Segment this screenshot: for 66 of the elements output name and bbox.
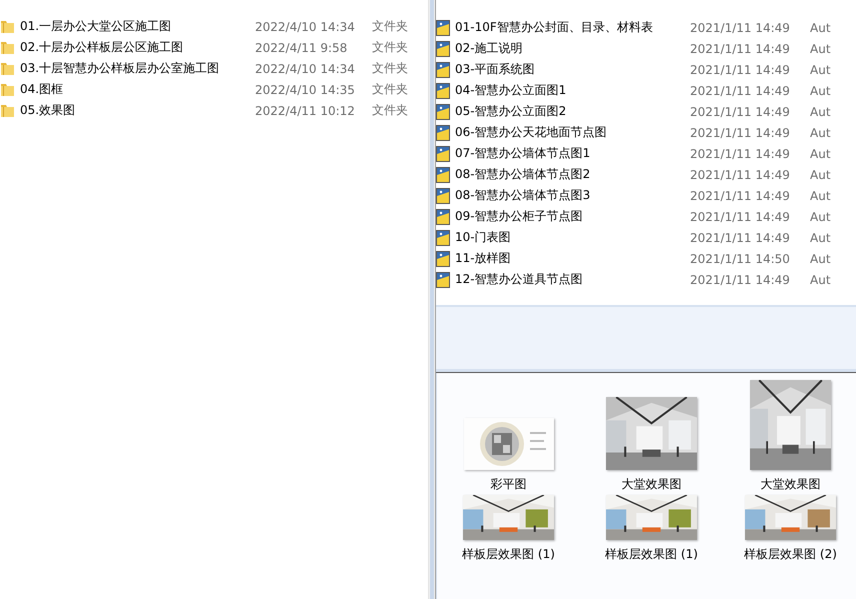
file-type: 文件夹 xyxy=(372,60,408,77)
modified-date: 2022/4/10 14:35 xyxy=(255,82,356,96)
file-name[interactable]: 12-智慧办公道具节点图 xyxy=(455,271,690,288)
modified-date: 2022/4/10 14:34 xyxy=(255,62,356,76)
modified-date: 2021/1/11 14:49 xyxy=(690,84,791,98)
folder-icon xyxy=(0,103,15,118)
file-type: Aut xyxy=(810,210,831,224)
modified-date: 2021/1/11 14:49 xyxy=(690,146,791,160)
file-type: 文件夹 xyxy=(372,18,408,35)
file-name[interactable]: 07-智慧办公墙体节点图1 xyxy=(455,145,690,162)
thumbnail-label[interactable]: 样板层效果图 (1) xyxy=(605,546,698,562)
file-type: Aut xyxy=(810,42,831,56)
file-name[interactable]: 02-施工说明 xyxy=(455,40,690,57)
file-type: 文件夹 xyxy=(372,81,408,98)
folder-name[interactable]: 05.效果图 xyxy=(20,102,255,119)
modified-date: 2021/1/11 14:49 xyxy=(690,272,791,286)
file-name[interactable]: 11-放样图 xyxy=(455,250,690,267)
modified-date: 2021/1/11 14:49 xyxy=(690,210,791,224)
thumbnail-label[interactable]: 样板层效果图 (2) xyxy=(744,546,837,562)
modified-date: 2021/1/11 14:49 xyxy=(690,230,791,244)
modified-date: 2021/1/11 14:49 xyxy=(690,42,791,56)
file-type: Aut xyxy=(810,188,831,202)
file-type: Aut xyxy=(810,168,831,182)
file-type: Aut xyxy=(810,104,831,118)
file-type: Aut xyxy=(810,146,831,160)
modified-date: 2021/1/11 14:49 xyxy=(690,104,791,118)
folder-icon xyxy=(0,61,15,76)
file-name[interactable]: 06-智慧办公天花地面节点图 xyxy=(455,124,690,141)
file-name[interactable]: 08-智慧办公墙体节点图2 xyxy=(455,166,690,183)
file-type: Aut xyxy=(810,272,831,286)
modified-date: 2021/1/11 14:50 xyxy=(690,252,791,266)
file-type: Aut xyxy=(810,252,831,266)
file-name[interactable]: 01-10F智慧办公封面、目录、材料表 xyxy=(455,19,690,36)
file-type: 文件夹 xyxy=(372,102,408,119)
modified-date: 2022/4/11 10:12 xyxy=(255,104,356,118)
folder-name[interactable]: 04.图框 xyxy=(20,81,255,98)
file-type: Aut xyxy=(810,126,831,140)
modified-date: 2021/1/11 14:49 xyxy=(690,20,791,34)
folder-icon xyxy=(0,82,15,97)
file-type: Aut xyxy=(810,84,831,98)
folder-icon xyxy=(0,19,15,34)
folder-name[interactable]: 03.十层智慧办公样板层办公室施工图 xyxy=(20,60,255,77)
file-type: Aut xyxy=(810,230,831,244)
folder-name[interactable]: 01.一层办公大堂公区施工图 xyxy=(20,18,255,35)
modified-date: 2021/1/11 14:49 xyxy=(690,188,791,202)
thumbnail-label[interactable]: 样板层效果图 (1) xyxy=(462,546,555,562)
file-name[interactable]: 05-智慧办公立面图2 xyxy=(455,103,690,120)
modified-date: 2021/1/11 14:49 xyxy=(690,62,791,76)
file-type: Aut xyxy=(810,20,831,34)
file-type: Aut xyxy=(810,62,831,76)
modified-date: 2021/1/11 14:49 xyxy=(690,126,791,140)
scrollbar-thumb[interactable] xyxy=(430,0,434,599)
modified-date: 2022/4/10 14:34 xyxy=(255,20,356,34)
thumbnail-label[interactable]: 彩平图 xyxy=(490,476,526,492)
modified-date: 2022/4/11 9:58 xyxy=(255,40,348,54)
file-name[interactable]: 10-门表图 xyxy=(455,229,690,246)
folder-name[interactable]: 02.十层办公样板层公区施工图 xyxy=(20,39,255,56)
folder-icon xyxy=(0,40,15,55)
thumbnail-label[interactable]: 大堂效果图 xyxy=(760,476,820,492)
file-name[interactable]: 03-平面系统图 xyxy=(455,61,690,78)
file-type: 文件夹 xyxy=(372,39,408,56)
file-name[interactable]: 04-智慧办公立面图1 xyxy=(455,82,690,99)
file-name[interactable]: 09-智慧办公柜子节点图 xyxy=(455,208,690,225)
file-name[interactable]: 08-智慧办公墙体节点图3 xyxy=(455,187,690,204)
modified-date: 2021/1/11 14:49 xyxy=(690,168,791,182)
thumbnail-label[interactable]: 大堂效果图 xyxy=(622,476,682,492)
